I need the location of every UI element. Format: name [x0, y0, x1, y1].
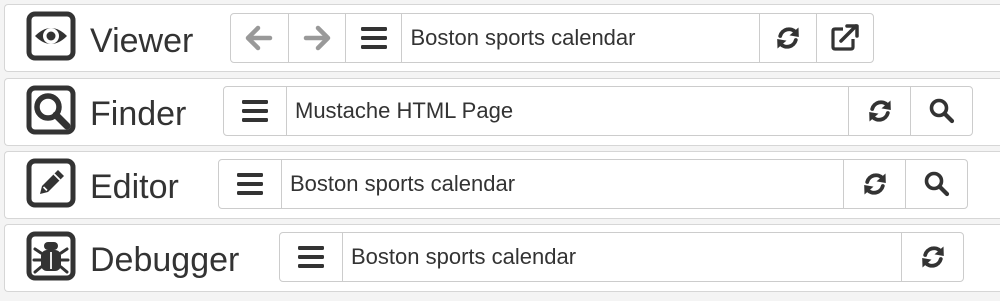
- search-icon: [929, 98, 955, 124]
- debugger-toolbar: Boston sports calendar: [279, 232, 964, 282]
- menu-icon: [298, 246, 324, 268]
- external-link-icon: [831, 24, 859, 51]
- viewer-menu-button[interactable]: [344, 14, 402, 62]
- finder-search-button[interactable]: [910, 87, 972, 135]
- editor-toolbar: Boston sports calendar: [218, 159, 968, 209]
- forward-button[interactable]: [287, 14, 345, 62]
- finder-label: Finder: [90, 95, 187, 133]
- viewer-page-title[interactable]: Boston sports calendar: [401, 14, 759, 62]
- refresh-icon: [919, 244, 946, 270]
- refresh-icon: [775, 25, 801, 51]
- finder-page-title[interactable]: Mustache HTML Page: [286, 87, 848, 135]
- menu-icon: [237, 173, 263, 195]
- menu-icon: [360, 27, 387, 49]
- debugger-refresh-button[interactable]: [901, 233, 963, 281]
- editor-label: Editor: [90, 168, 179, 206]
- bug-icon: [25, 231, 77, 281]
- refresh-icon: [861, 171, 888, 197]
- debugger-menu-button[interactable]: [280, 233, 342, 281]
- finder-menu-button[interactable]: [224, 87, 286, 135]
- finder-panel: Finder Mustache HTML Page: [4, 78, 1000, 146]
- editor-refresh-button[interactable]: [843, 160, 905, 208]
- editor-panel: Editor Boston sports calendar: [4, 151, 1000, 219]
- viewer-toolbar: Boston sports calendar: [230, 13, 874, 63]
- editor-menu-button[interactable]: [219, 160, 281, 208]
- arrow-left-icon: [246, 25, 273, 51]
- editor-page-title[interactable]: Boston sports calendar: [281, 160, 843, 208]
- pencil-square-icon: [25, 158, 77, 208]
- viewer-label: Viewer: [90, 22, 194, 60]
- magnifier-square-icon: [25, 85, 77, 135]
- debugger-panel: Debugger Boston sports calendar: [4, 224, 1000, 292]
- finder-refresh-button[interactable]: [848, 87, 910, 135]
- refresh-icon: [866, 98, 893, 124]
- arrow-right-icon: [303, 25, 330, 51]
- back-button[interactable]: [231, 14, 288, 62]
- finder-toolbar: Mustache HTML Page: [223, 86, 973, 136]
- search-icon: [924, 171, 950, 197]
- debugger-page-title[interactable]: Boston sports calendar: [342, 233, 901, 281]
- editor-search-button[interactable]: [905, 160, 967, 208]
- debugger-label: Debugger: [90, 241, 240, 279]
- viewer-refresh-button[interactable]: [759, 14, 816, 62]
- viewer-panel: Viewer Boston sports calendar: [4, 4, 1000, 72]
- eye-icon: [25, 11, 77, 61]
- open-external-button[interactable]: [816, 14, 873, 62]
- menu-icon: [242, 100, 268, 122]
